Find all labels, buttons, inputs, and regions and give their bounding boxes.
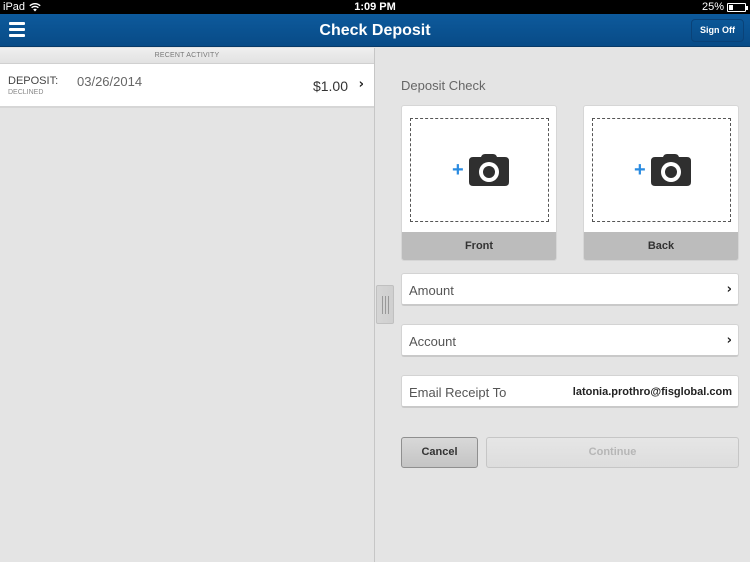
email-receipt-value: latonia.prothro@fisglobal.com — [572, 386, 732, 398]
activity-row[interactable]: DEPOSIT: DECLINED 03/26/2014 $1.00 › — [0, 64, 374, 108]
chevron-right-icon: › — [726, 282, 732, 297]
recent-activity-header: RECENT ACTIVITY — [0, 48, 374, 64]
sign-off-button[interactable]: Sign Off — [691, 19, 744, 42]
plus-icon: + — [452, 159, 464, 181]
back-label: Back — [584, 232, 738, 260]
deposit-check-pane: Deposit Check + Front + Back Amount › Ac… — [376, 48, 750, 562]
continue-button[interactable]: Continue — [486, 437, 739, 468]
camera-icon — [651, 154, 691, 186]
camera-icon — [469, 154, 509, 186]
battery-level — [729, 4, 733, 10]
amount-label: Amount — [409, 283, 454, 298]
page-title: Check Deposit — [319, 22, 431, 39]
chevron-right-icon: › — [726, 333, 732, 348]
email-receipt-field[interactable]: Email Receipt To latonia.prothro@fisglob… — [401, 375, 739, 408]
recent-activity-pane: RECENT ACTIVITY DEPOSIT: DECLINED 03/26/… — [0, 48, 375, 562]
back-image-placeholder: + — [592, 118, 731, 222]
account-label: Account — [409, 334, 456, 349]
status-time: 1:09 PM — [354, 1, 396, 13]
activity-type: DEPOSIT: — [8, 75, 59, 87]
activity-status: DECLINED — [8, 89, 44, 96]
add-camera-icon: + — [451, 154, 511, 188]
deposit-check-title: Deposit Check — [401, 78, 486, 93]
amount-field[interactable]: Amount › — [401, 273, 739, 306]
account-field[interactable]: Account › — [401, 324, 739, 357]
email-receipt-label: Email Receipt To — [409, 385, 507, 400]
chevron-right-icon: › — [358, 77, 364, 92]
status-right: 25% — [701, 1, 748, 13]
front-image-placeholder: + — [410, 118, 549, 222]
add-camera-icon: + — [633, 154, 693, 188]
activity-amount: $1.00 — [312, 78, 348, 94]
battery-icon — [727, 2, 748, 12]
back-image-capture[interactable]: + Back — [583, 105, 739, 261]
cancel-button[interactable]: Cancel — [401, 437, 478, 468]
plus-icon: + — [634, 159, 646, 181]
nav-bar: Check Deposit Sign Off — [0, 14, 750, 47]
front-label: Front — [402, 232, 556, 260]
activity-date: 03/26/2014 — [77, 74, 143, 89]
front-image-capture[interactable]: + Front — [401, 105, 557, 261]
battery-percent: 25% — [701, 1, 724, 13]
status-bar: iPad 1:09 PM 25% — [0, 0, 750, 14]
